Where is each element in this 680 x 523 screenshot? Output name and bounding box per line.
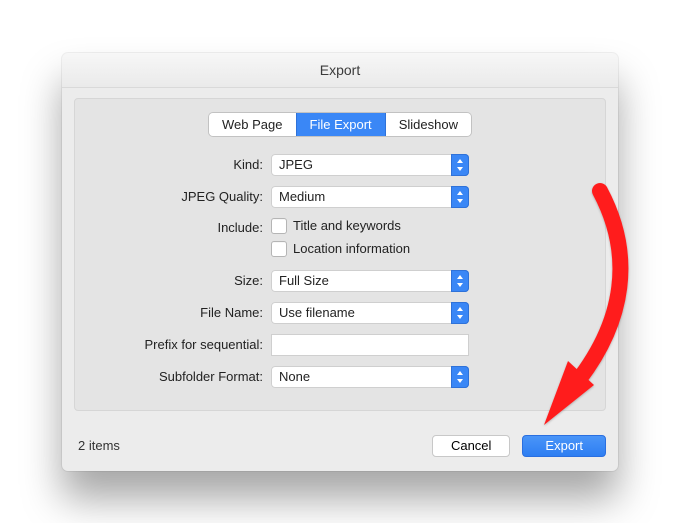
window-title: Export xyxy=(62,53,618,88)
file-name-select[interactable]: Use filename xyxy=(271,302,469,324)
tab-bar: Web Page File Export Slideshow xyxy=(209,113,471,136)
file-name-value: Use filename xyxy=(279,305,355,320)
include-label: Include: xyxy=(93,220,271,235)
jpeg-quality-select[interactable]: Medium xyxy=(271,186,469,208)
include-location-label: Location information xyxy=(293,241,410,256)
chevron-updown-icon xyxy=(451,302,469,324)
subfolder-format-value: None xyxy=(279,369,310,384)
chevron-updown-icon xyxy=(451,186,469,208)
chevron-updown-icon xyxy=(451,366,469,388)
dialog-footer: 2 items Cancel Export xyxy=(62,423,618,471)
kind-select[interactable]: JPEG xyxy=(271,154,469,176)
tab-slideshow[interactable]: Slideshow xyxy=(385,113,471,136)
include-location-checkbox[interactable]: Location information xyxy=(271,241,410,257)
export-button[interactable]: Export xyxy=(522,435,606,457)
size-select[interactable]: Full Size xyxy=(271,270,469,292)
tab-web-page[interactable]: Web Page xyxy=(209,113,296,136)
export-dialog: Export Web Page File Export Slideshow Ki… xyxy=(62,53,618,471)
include-title-keywords-checkbox[interactable]: Title and keywords xyxy=(271,218,401,234)
kind-label: Kind: xyxy=(93,157,271,172)
checkbox-icon xyxy=(271,218,287,234)
checkbox-icon xyxy=(271,241,287,257)
cancel-button[interactable]: Cancel xyxy=(432,435,510,457)
tab-file-export[interactable]: File Export xyxy=(296,113,385,136)
chevron-updown-icon xyxy=(451,270,469,292)
chevron-updown-icon xyxy=(451,154,469,176)
size-value: Full Size xyxy=(279,273,329,288)
include-title-keywords-label: Title and keywords xyxy=(293,218,401,233)
export-form: Kind: JPEG JPEG Quality: Medium xyxy=(93,154,587,388)
window-title-text: Export xyxy=(320,62,360,78)
jpeg-quality-value: Medium xyxy=(279,189,325,204)
subfolder-format-select[interactable]: None xyxy=(271,366,469,388)
subfolder-format-label: Subfolder Format: xyxy=(93,369,271,384)
item-count: 2 items xyxy=(78,438,420,453)
prefix-label: Prefix for sequential: xyxy=(93,337,271,352)
options-panel: Web Page File Export Slideshow Kind: JPE… xyxy=(74,98,606,411)
jpeg-quality-label: JPEG Quality: xyxy=(93,189,271,204)
file-name-label: File Name: xyxy=(93,305,271,320)
prefix-input[interactable] xyxy=(271,334,469,356)
size-label: Size: xyxy=(93,273,271,288)
kind-value: JPEG xyxy=(279,157,313,172)
